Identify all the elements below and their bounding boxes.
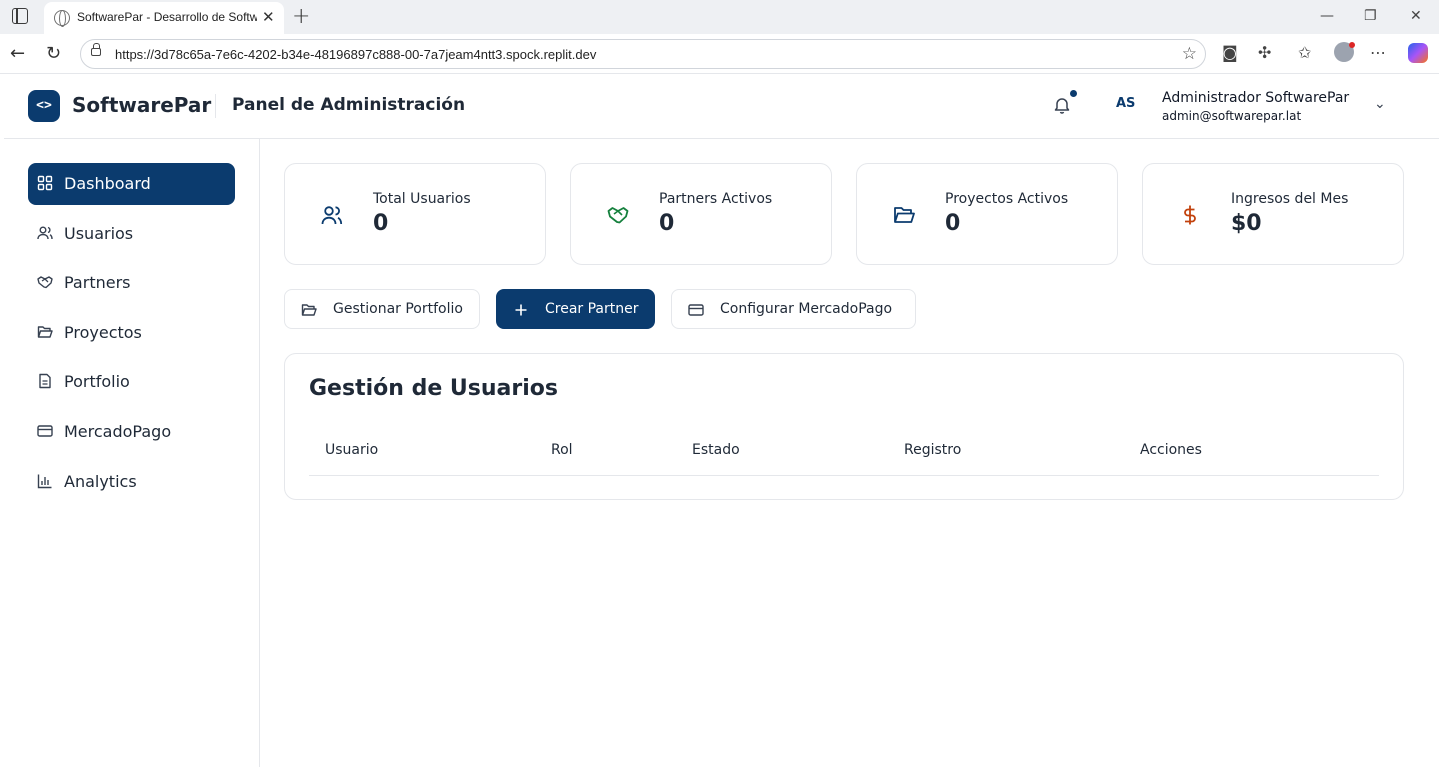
address-bar[interactable]: https://3d78c65a-7e6c-4202-b34e-48196897… — [80, 39, 1206, 69]
sidebar-item-portfolio[interactable]: Portfolio — [28, 361, 235, 403]
folder-icon — [37, 326, 53, 338]
stat-label: Partners Activos — [659, 191, 773, 207]
sidebar-item-usuarios[interactable]: Usuarios — [28, 213, 235, 255]
close-window-icon[interactable]: ✕ — [1410, 8, 1422, 24]
browser-toolbar: ← ↻ https://3d78c65a-7e6c-4202-b34e-4819… — [0, 34, 1439, 74]
chevron-down-icon[interactable]: ⌄ — [1374, 96, 1386, 112]
stat-card-total-usuarios: Total Usuarios 0 — [284, 163, 546, 265]
column-header-acciones[interactable]: Acciones — [1140, 442, 1202, 458]
globe-icon — [54, 10, 70, 27]
stat-value: $0 — [1231, 211, 1262, 236]
reload-icon[interactable]: ↻ — [46, 43, 61, 64]
logo-icon[interactable]: <> — [28, 90, 60, 122]
minimize-icon[interactable]: — — [1320, 8, 1334, 24]
lock-icon[interactable] — [91, 43, 101, 56]
header-divider — [215, 94, 216, 118]
button-label: Crear Partner — [545, 301, 639, 317]
user-email[interactable]: admin@softwarepar.lat — [1162, 109, 1301, 123]
url-text[interactable]: https://3d78c65a-7e6c-4202-b34e-48196897… — [115, 47, 596, 62]
favorite-star-icon[interactable]: ☆ — [1182, 44, 1197, 64]
avatar[interactable]: AS — [1116, 96, 1135, 111]
button-label: Gestionar Portfolio — [333, 301, 463, 317]
sidebar-item-label: Usuarios — [64, 224, 134, 243]
stat-label: Proyectos Activos — [945, 191, 1069, 207]
handshake-icon — [37, 276, 53, 289]
column-header-estado[interactable]: Estado — [692, 442, 740, 458]
sidebar-item-label: Portfolio — [64, 372, 130, 391]
sidebar-item-dashboard[interactable]: Dashboard — [28, 163, 235, 205]
user-name[interactable]: Administrador SoftwarePar — [1162, 90, 1349, 106]
sidebar-item-analytics[interactable]: Analytics — [28, 461, 235, 503]
column-header-rol[interactable]: Rol — [551, 442, 573, 458]
configurar-mercadopago-button[interactable]: Configurar MercadoPago — [671, 289, 916, 329]
users-management-card: Gestión de Usuarios Usuario Rol Estado R… — [284, 353, 1404, 500]
users-icon — [37, 226, 53, 240]
button-label: Configurar MercadoPago — [720, 301, 893, 317]
screenshot-icon[interactable]: ◙ — [1222, 43, 1238, 62]
profile-status-dot — [1349, 42, 1355, 48]
sidebar-item-label: Partners — [64, 273, 131, 292]
bar-chart-icon — [37, 474, 52, 489]
sidebar-toggle-icon[interactable] — [12, 8, 28, 24]
sidebar-item-label: Analytics — [64, 472, 137, 491]
bell-icon[interactable] — [1054, 96, 1070, 114]
folder-icon — [894, 207, 915, 223]
sidebar-item-partners[interactable]: Partners — [28, 262, 235, 304]
stat-card-ingresos-mes: Ingresos del Mes $0 — [1142, 163, 1404, 265]
stat-card-partners-activos: Partners Activos 0 — [570, 163, 832, 265]
stat-value: 0 — [373, 211, 389, 236]
sidebar-item-label: Dashboard — [64, 174, 151, 193]
card-icon — [688, 304, 704, 316]
gestionar-portfolio-button[interactable]: Gestionar Portfolio — [284, 289, 480, 329]
brand-name[interactable]: SoftwarePar — [72, 93, 211, 117]
sidebar-item-label: MercadoPago — [64, 422, 172, 441]
crear-partner-button[interactable]: Crear Partner — [496, 289, 655, 329]
stat-value: 0 — [945, 211, 961, 236]
back-icon[interactable]: ← — [10, 43, 25, 64]
restore-icon[interactable]: ❐ — [1364, 8, 1377, 24]
stat-label: Ingresos del Mes — [1231, 191, 1349, 207]
notification-dot — [1070, 90, 1077, 97]
close-tab-icon[interactable]: ✕ — [262, 8, 275, 26]
new-tab-icon[interactable]: + — [292, 4, 310, 29]
stat-value: 0 — [659, 211, 675, 236]
more-options-icon[interactable]: ⋯ — [1370, 43, 1386, 62]
copilot-icon[interactable] — [1408, 43, 1428, 63]
sidebar-item-label: Proyectos — [64, 323, 142, 342]
folder-icon — [301, 304, 317, 316]
sidebar: Dashboard Usuarios Partners Proyectos Po… — [4, 139, 260, 767]
card-icon — [37, 425, 53, 437]
section-title: Gestión de Usuarios — [309, 376, 558, 401]
users-table-header: Usuario Rol Estado Registro Acciones — [309, 432, 1379, 476]
plus-icon — [515, 304, 527, 316]
file-icon — [39, 373, 51, 389]
stat-label: Total Usuarios — [373, 191, 471, 207]
users-icon — [321, 206, 343, 225]
stat-card-proyectos-activos: Proyectos Activos 0 — [856, 163, 1118, 265]
dollar-icon — [1184, 205, 1196, 225]
grid-icon — [37, 175, 53, 191]
browser-tab[interactable]: SoftwarePar - Desarrollo de Software ✕ — [44, 2, 284, 34]
app-header: <> SoftwarePar Panel de Administración A… — [4, 74, 1439, 139]
sidebar-item-mercadopago[interactable]: MercadoPago — [28, 411, 235, 453]
tab-title: SoftwarePar - Desarrollo de Software — [77, 10, 257, 24]
favorites-icon[interactable]: ✩ — [1298, 43, 1311, 62]
extensions-icon[interactable]: ✣ — [1258, 43, 1271, 62]
column-header-usuario[interactable]: Usuario — [325, 442, 378, 458]
sidebar-item-proyectos[interactable]: Proyectos — [28, 312, 235, 354]
browser-tab-bar: SoftwarePar - Desarrollo de Software ✕ +… — [0, 0, 1439, 34]
column-header-registro[interactable]: Registro — [904, 442, 961, 458]
handshake-icon — [607, 207, 629, 224]
page-title: Panel de Administración — [232, 95, 466, 115]
